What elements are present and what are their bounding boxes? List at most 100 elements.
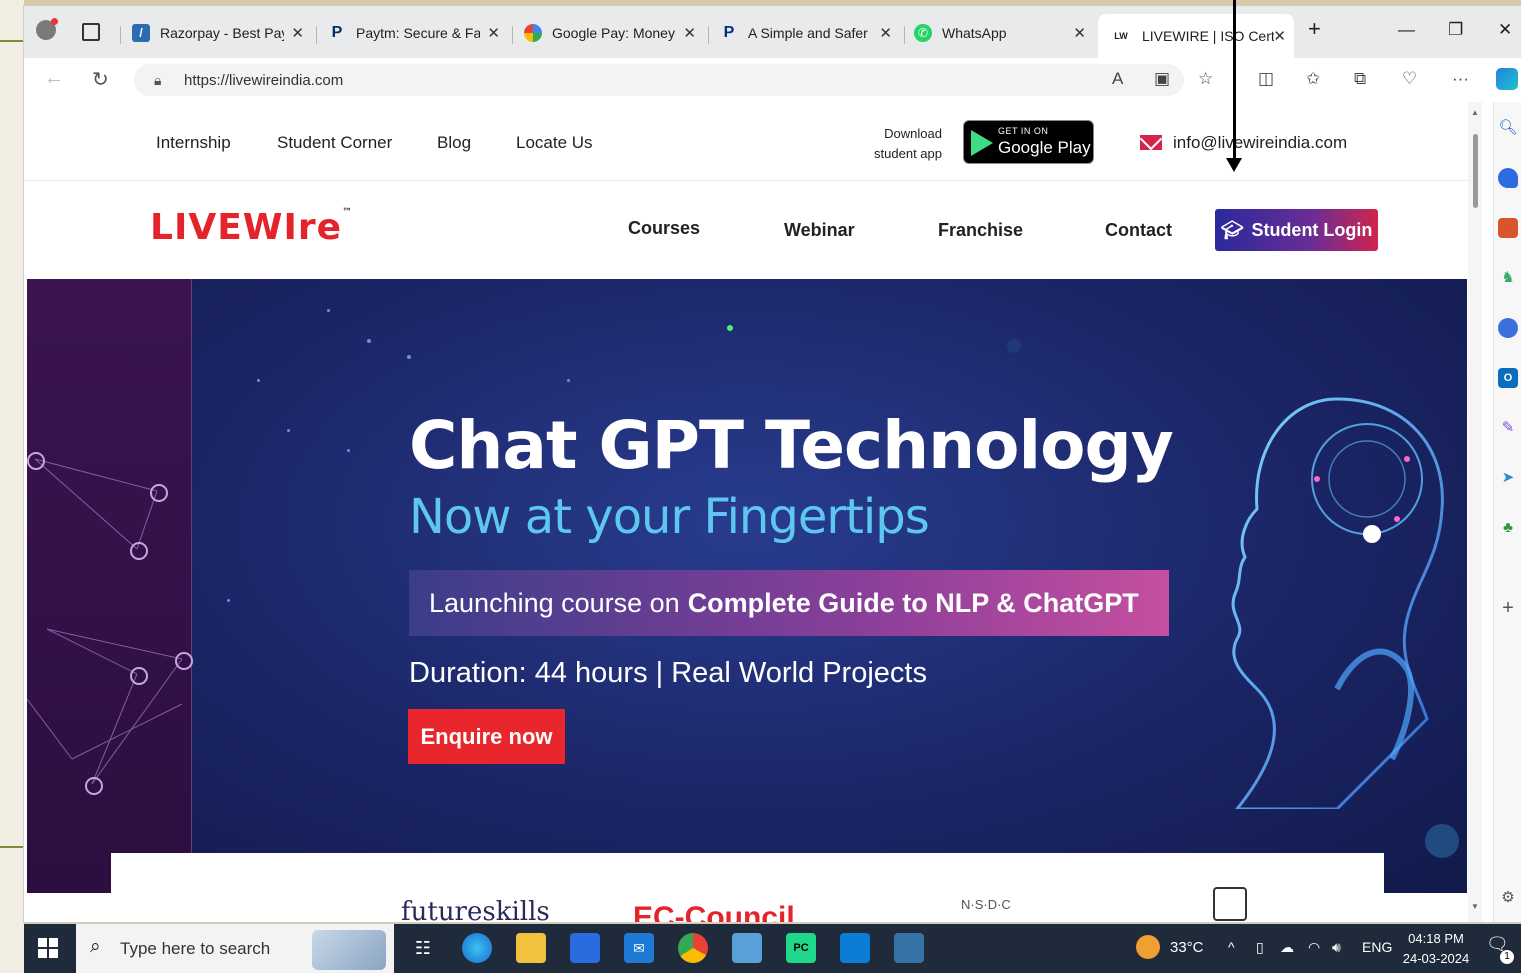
livewire-logo[interactable]: LIVEWIre™ (150, 207, 353, 248)
scroll-thumb[interactable] (1473, 134, 1478, 208)
browser-essentials-icon[interactable]: ♡ (1402, 69, 1417, 89)
send-icon[interactable]: ➤ (1498, 468, 1518, 488)
language-indicator[interactable]: ENG (1362, 939, 1392, 955)
link-locate-us[interactable]: Locate Us (516, 133, 593, 153)
enquire-now-button[interactable]: Enquire now (408, 709, 565, 764)
tab-actions-icon[interactable] (82, 23, 100, 41)
games-icon[interactable]: ♞ (1498, 268, 1518, 288)
notes-app-icon[interactable] (732, 933, 762, 963)
nav-contact[interactable]: Contact (1105, 220, 1172, 241)
back-icon[interactable]: ← (44, 67, 64, 90)
wifi-icon[interactable]: ◠ (1308, 939, 1320, 956)
designer-icon[interactable]: ✎ (1498, 418, 1518, 438)
chrome-icon[interactable] (678, 933, 708, 963)
student-login-button[interactable]: 🎓︎ Student Login (1215, 209, 1378, 251)
more-menu-icon[interactable]: ··· (1452, 69, 1469, 89)
address-bar[interactable]: 🔒︎ https://livewireindia.com (134, 64, 1184, 96)
weather-temp[interactable]: 33°C (1170, 939, 1204, 956)
close-tab-icon[interactable]: ✕ (683, 24, 696, 42)
settings-gear-icon[interactable]: ⚙ (1498, 888, 1518, 908)
copilot-sidebar-icon[interactable] (1498, 318, 1518, 338)
split-screen-icon[interactable]: ◫ (1258, 69, 1274, 89)
search-placeholder: Type here to search (120, 939, 271, 958)
task-view-icon[interactable]: ☷ (408, 933, 438, 963)
slide-backdrop (0, 0, 24, 973)
close-tab-icon[interactable]: ✕ (487, 24, 500, 42)
url-text[interactable]: https://livewireindia.com (184, 72, 343, 89)
tab-whatsapp[interactable]: ✆ WhatsApp ✕ (914, 16, 1094, 50)
favorite-star-icon[interactable]: ☆ (1198, 69, 1213, 89)
nav-franchise[interactable]: Franchise (938, 220, 1023, 241)
add-sidebar-app-icon[interactable]: + (1498, 598, 1518, 618)
particle-dot (727, 325, 733, 331)
close-tab-icon[interactable]: ✕ (291, 24, 304, 42)
scroll-up-icon[interactable]: ▲ (1471, 108, 1479, 117)
shopping-tag-icon[interactable] (1498, 168, 1518, 188)
tab-livewire[interactable]: LW LIVEWIRE | ISO Certifi ✕ (1098, 14, 1294, 58)
course-ribbon: Launching course on Complete Guide to NL… (409, 570, 1169, 636)
restore-icon[interactable]: ❐ (1448, 20, 1463, 40)
notification-count-badge: 1 (1500, 950, 1514, 964)
scroll-down-icon[interactable]: ▼ (1471, 902, 1479, 911)
microsoft-store-icon[interactable] (570, 933, 600, 963)
tree-icon[interactable]: ♣ (1498, 518, 1518, 538)
vscode-icon[interactable] (840, 933, 870, 963)
course-duration: Duration: 44 hours | Real World Projects (409, 657, 927, 689)
new-tab-button[interactable]: + (1308, 16, 1321, 42)
link-blog[interactable]: Blog (437, 133, 471, 153)
tools-briefcase-icon[interactable] (1498, 218, 1518, 238)
immersive-reader-icon[interactable]: ▣ (1154, 69, 1170, 89)
close-tab-icon[interactable]: ✕ (1273, 27, 1286, 45)
page-scrollbar[interactable]: ▲ ▼ (1468, 102, 1482, 922)
clock-time: 04:18 PM (1408, 931, 1464, 946)
hero-banner[interactable]: Chat GPT Technology Now at your Fingerti… (27, 279, 1467, 893)
volume-icon[interactable]: 🔊︎ (1332, 939, 1341, 956)
tab-paytm[interactable]: P Paytm: Secure & Fast ✕ (328, 16, 508, 50)
tab-title: Paytm: Secure & Fast (356, 25, 480, 41)
tab-separator (512, 26, 513, 44)
onedrive-cloud-icon[interactable]: ☁ (1280, 939, 1294, 956)
close-tab-icon[interactable]: ✕ (1073, 24, 1086, 42)
pycharm-icon[interactable]: PC (786, 933, 816, 963)
tab-razorpay[interactable]: / Razorpay - Best Paym ✕ (132, 16, 312, 50)
google-play-badge[interactable]: GET IN ON Google Play (963, 120, 1094, 164)
show-hidden-icons[interactable]: ^ (1228, 939, 1235, 955)
link-student-corner[interactable]: Student Corner (277, 133, 392, 153)
email-link[interactable]: info@livewireindia.com (1173, 133, 1347, 153)
outlook-icon[interactable]: O (1498, 368, 1518, 388)
copilot-icon[interactable] (1496, 68, 1518, 90)
mail-app-icon[interactable]: ✉ (624, 933, 654, 963)
address-toolbar: ← ↻ 🔒︎ https://livewireindia.com A ▣ ☆ ◫… (24, 58, 1521, 103)
favorites-icon[interactable]: ✩ (1306, 69, 1320, 89)
mail-icon (1140, 135, 1162, 150)
edge-browser-icon[interactable] (462, 933, 492, 963)
nav-courses[interactable]: Courses (628, 218, 700, 239)
python-icon[interactable] (894, 933, 924, 963)
tab-paypal[interactable]: P A Simple and Safer W ✕ (720, 16, 900, 50)
lock-icon[interactable]: 🔒︎ (154, 72, 170, 89)
tab-strip: / Razorpay - Best Paym ✕ P Paytm: Secure… (24, 6, 1521, 58)
read-aloud-icon[interactable]: A (1112, 69, 1123, 89)
tab-google-pay[interactable]: Google Pay: Money r ✕ (524, 16, 704, 50)
file-explorer-icon[interactable] (516, 933, 546, 963)
link-internship[interactable]: Internship (156, 133, 231, 153)
device-icon[interactable]: ▯ (1256, 939, 1264, 956)
download-text-line: student app (874, 146, 942, 161)
taskbar-search-box[interactable]: ⌕ Type here to search (76, 924, 394, 973)
particle-dot (227, 599, 230, 602)
nav-webinar[interactable]: Webinar (784, 220, 855, 241)
windows-start-icon[interactable] (38, 938, 58, 958)
refresh-icon[interactable]: ↻ (92, 67, 109, 92)
gplay-big-text: Google Play (998, 138, 1091, 157)
close-tab-icon[interactable]: ✕ (879, 24, 892, 42)
search-icon[interactable]: 🔍︎ (1498, 118, 1518, 138)
minimize-icon[interactable]: — (1398, 20, 1415, 40)
partner-logos-strip: futureskills EC-Council N·S·D·C (111, 853, 1384, 922)
close-window-icon[interactable]: ✕ (1498, 20, 1512, 40)
collections-icon[interactable]: ⧉ (1354, 69, 1366, 89)
weather-icon[interactable] (1136, 935, 1160, 959)
logo-text: LIVEWIre (150, 207, 343, 248)
system-clock[interactable]: 04:18 PM 24-03-2024 (1396, 929, 1476, 969)
edge-sidebar: 🔍︎ ♞ O ✎ ➤ ♣ + ⚙ (1493, 102, 1521, 922)
whatsapp-icon: ✆ (914, 24, 932, 42)
